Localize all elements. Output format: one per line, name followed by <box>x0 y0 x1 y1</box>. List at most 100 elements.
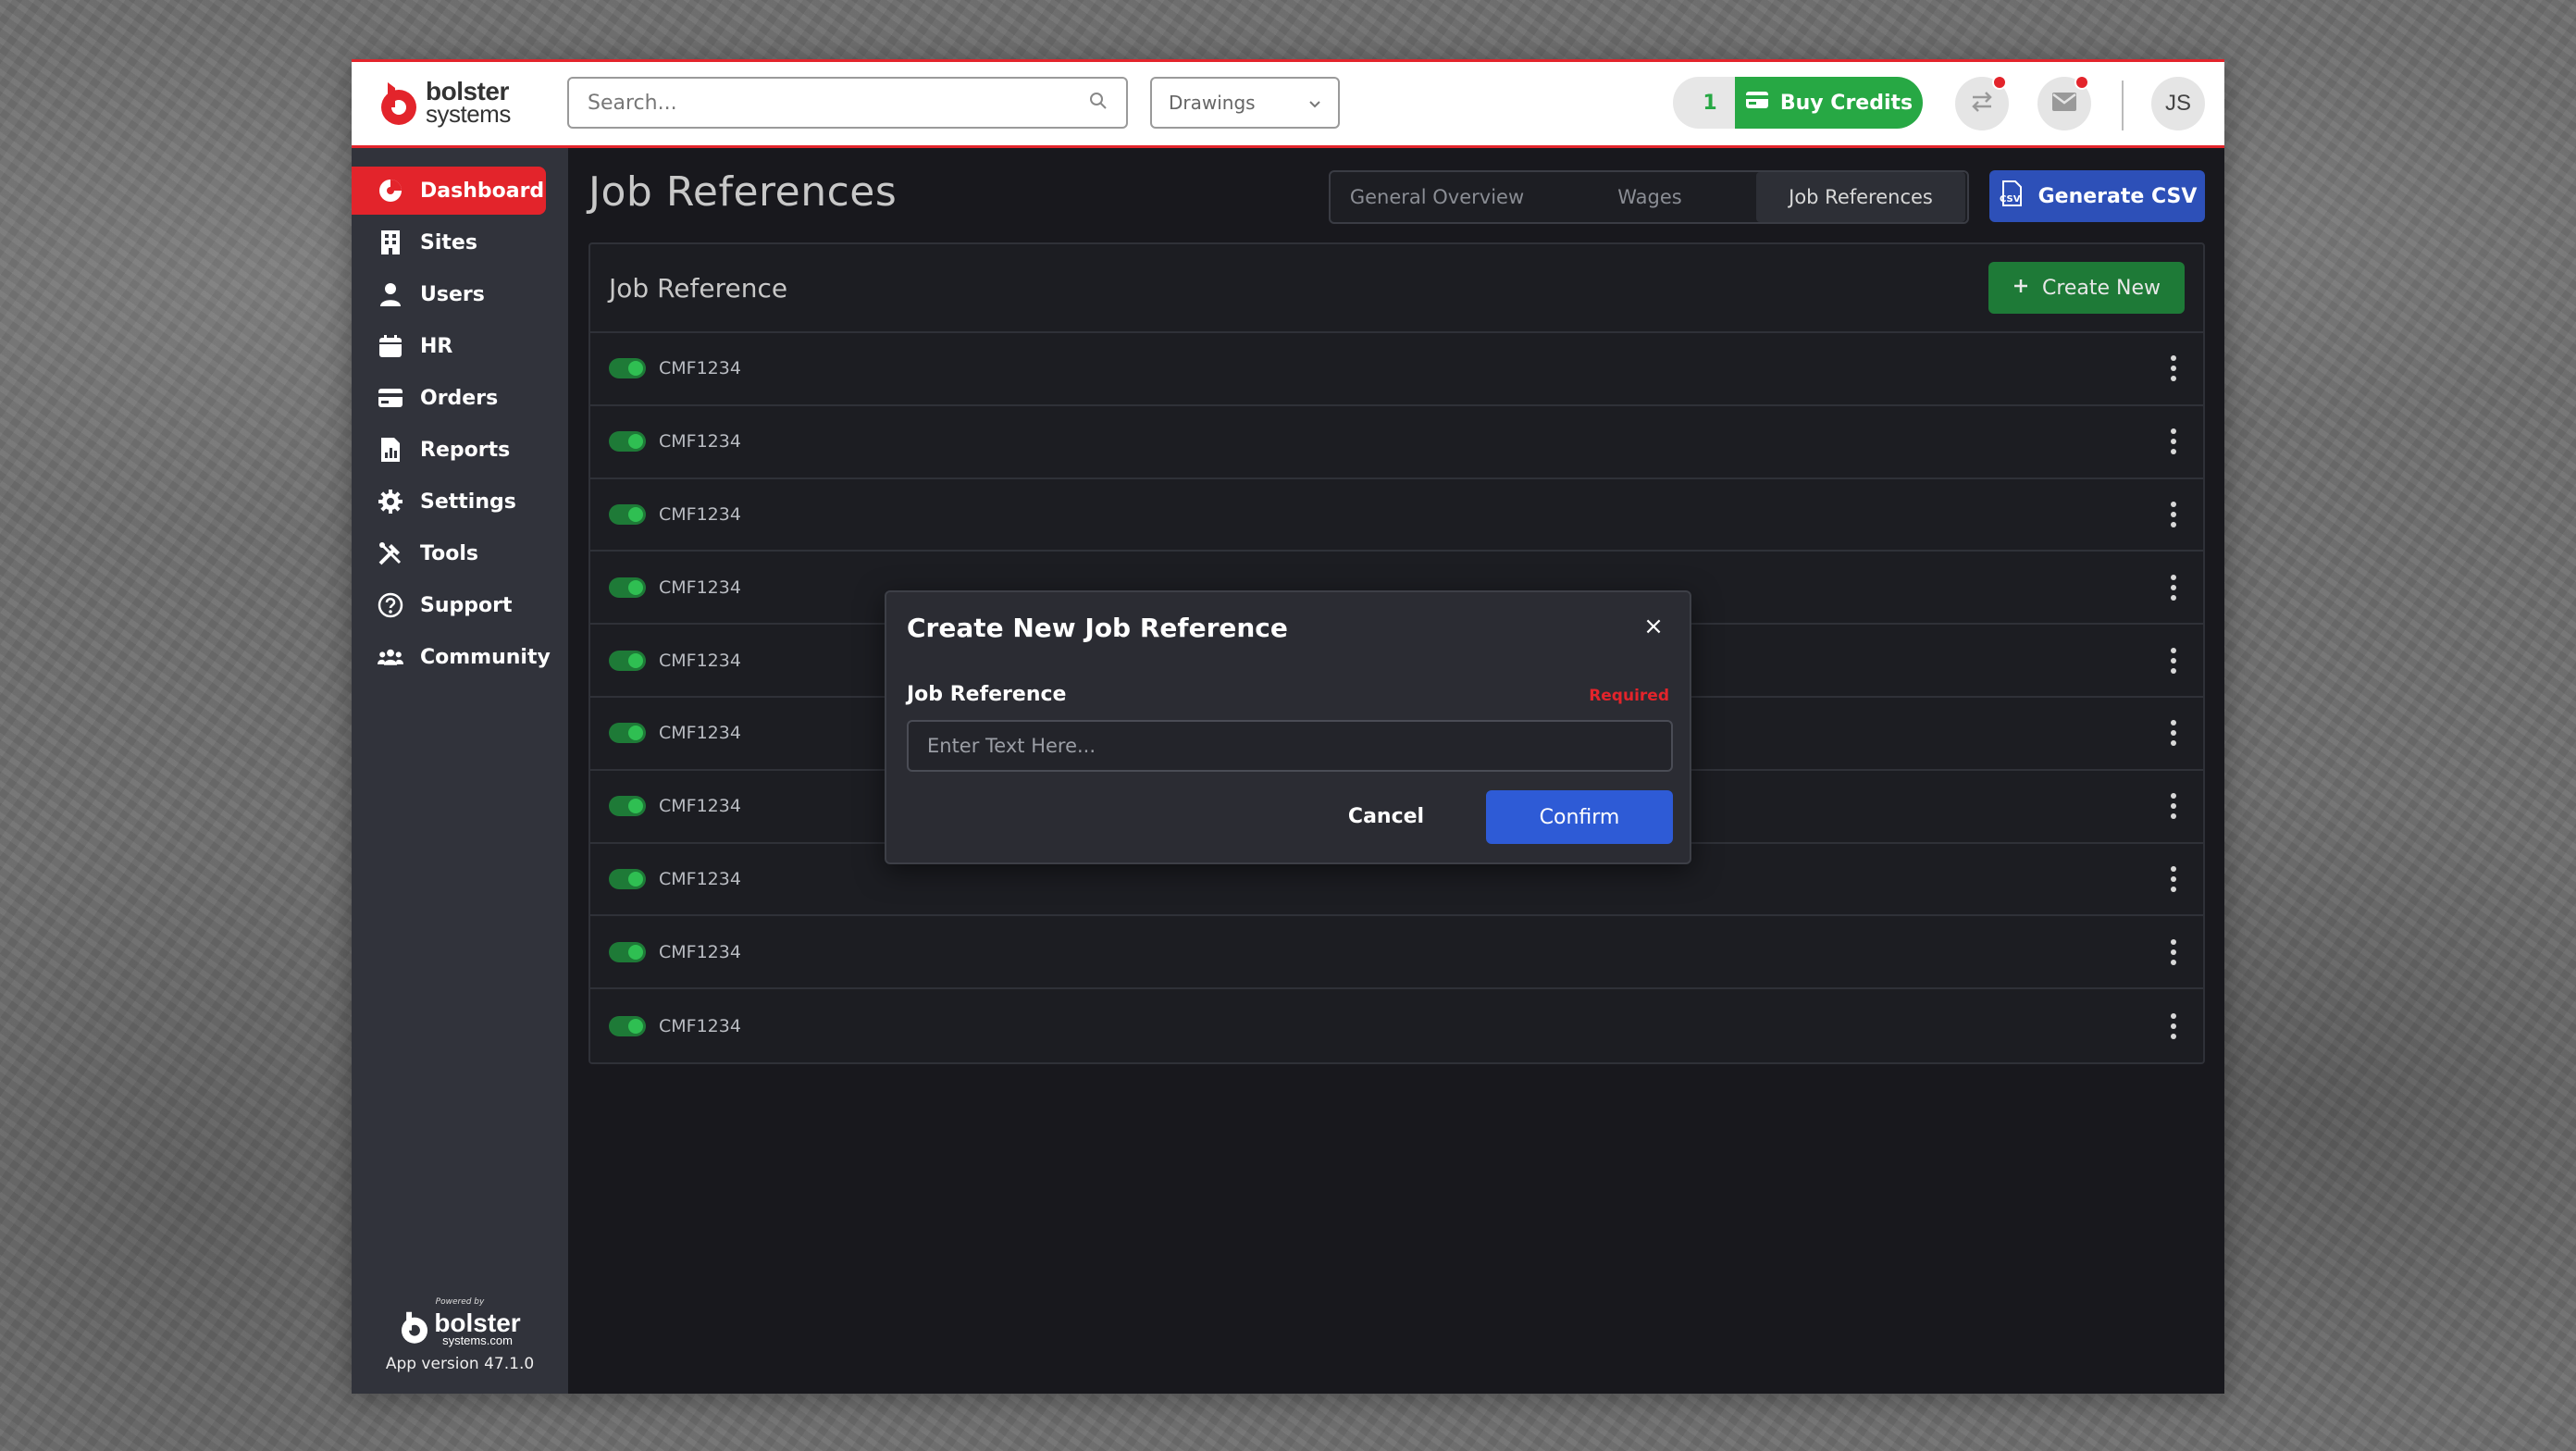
active-toggle[interactable] <box>609 868 646 889</box>
gear-icon <box>378 489 403 515</box>
sidebar-item-support[interactable]: Support <box>352 581 546 629</box>
sidebar-item-sites[interactable]: Sites <box>352 218 546 267</box>
job-reference-field-label: Job Reference <box>907 683 1067 706</box>
buy-credits-button[interactable]: Buy Credits <box>1735 77 1923 129</box>
table-row: CMF1234 <box>590 479 2203 552</box>
category-select-value: Drawings <box>1169 92 1256 114</box>
plus-icon <box>2012 277 2029 300</box>
tools-icon <box>378 540 403 566</box>
table-row: CMF1234 <box>590 916 2203 990</box>
active-toggle[interactable] <box>609 577 646 598</box>
sidebar-item-hr[interactable]: HR <box>352 322 546 370</box>
sidebar-item-dashboard[interactable]: Dashboard <box>352 167 546 215</box>
panel-title: Job Reference <box>609 272 788 304</box>
tab-general-overview[interactable]: General Overview <box>1331 172 1543 222</box>
job-reference-code: CMF1234 <box>659 723 741 744</box>
active-toggle[interactable] <box>609 650 646 671</box>
active-toggle[interactable] <box>609 358 646 379</box>
active-toggle[interactable] <box>609 796 646 817</box>
active-toggle[interactable] <box>609 941 646 962</box>
category-select[interactable]: Drawings <box>1150 77 1340 129</box>
sidebar: Dashboard Sites Users HR Orders Reports … <box>352 148 568 1394</box>
more-options-icon[interactable] <box>2162 714 2185 751</box>
search-icon[interactable] <box>1089 92 1108 114</box>
header-divider <box>2122 81 2124 130</box>
sidebar-item-label: Tools <box>420 541 478 565</box>
svg-text:CSV: CSV <box>2000 194 2021 205</box>
credit-card-icon <box>378 385 403 411</box>
required-indicator: Required <box>1589 687 1669 705</box>
brand-logo[interactable]: bolster systems <box>378 79 511 127</box>
search-box[interactable] <box>567 77 1128 129</box>
more-options-icon[interactable] <box>2162 1008 2185 1045</box>
tab-wages[interactable]: Wages <box>1543 172 1756 222</box>
sidebar-item-users[interactable]: Users <box>352 270 546 318</box>
more-options-icon[interactable] <box>2162 934 2185 971</box>
footer-logo-line2: systems.com <box>442 1333 513 1347</box>
bolster-logo-icon <box>378 79 420 127</box>
sidebar-item-label: Dashboard <box>420 179 545 203</box>
tab-job-references[interactable]: Job References <box>1756 172 1965 222</box>
sidebar-item-reports[interactable]: Reports <box>352 426 546 474</box>
job-reference-code: CMF1234 <box>659 431 741 453</box>
sidebar-item-settings[interactable]: Settings <box>352 477 546 526</box>
sidebar-item-orders[interactable]: Orders <box>352 374 546 422</box>
more-options-icon[interactable] <box>2162 423 2185 460</box>
job-reference-input[interactable] <box>907 720 1673 772</box>
chevron-down-icon <box>1308 92 1321 114</box>
sidebar-item-community[interactable]: Community <box>352 633 551 681</box>
active-toggle[interactable] <box>609 431 646 453</box>
confirm-button[interactable]: Confirm <box>1486 790 1673 844</box>
job-reference-code: CMF1234 <box>659 358 741 379</box>
user-icon <box>378 281 403 307</box>
more-options-icon[interactable] <box>2162 861 2185 898</box>
cancel-button[interactable]: Cancel <box>1321 790 1451 842</box>
buy-credits-label: Buy Credits <box>1779 91 1913 115</box>
powered-by-text: Powered by <box>435 1297 485 1307</box>
notification-dot <box>1992 75 2007 90</box>
create-job-reference-modal: Create New Job Reference × Job Reference… <box>885 590 1691 864</box>
close-icon[interactable]: × <box>1640 613 1667 640</box>
more-options-icon[interactable] <box>2162 788 2185 825</box>
job-reference-code: CMF1234 <box>659 503 741 525</box>
messages-button[interactable] <box>2037 75 2091 130</box>
create-new-button[interactable]: Create New <box>1988 262 2185 314</box>
bolster-logo-icon <box>399 1308 430 1349</box>
calendar-icon <box>378 333 403 359</box>
job-reference-code: CMF1234 <box>659 796 741 817</box>
panel-header: Job Reference Create New <box>590 244 2203 333</box>
more-options-icon[interactable] <box>2162 569 2185 606</box>
active-toggle[interactable] <box>609 723 646 744</box>
sidebar-item-label: Orders <box>420 386 499 410</box>
more-options-icon[interactable] <box>2162 496 2185 533</box>
job-reference-code: CMF1234 <box>659 941 741 962</box>
active-toggle[interactable] <box>609 503 646 525</box>
envelope-icon <box>2051 92 2077 116</box>
generate-csv-button[interactable]: CSV Generate CSV <box>1989 170 2205 222</box>
more-options-icon[interactable] <box>2162 642 2185 679</box>
active-toggle[interactable] <box>609 1015 646 1036</box>
more-options-icon[interactable] <box>2162 350 2185 387</box>
sidebar-item-label: HR <box>420 334 453 358</box>
footer-logo-line1: bolster <box>434 1308 521 1337</box>
user-avatar[interactable]: JS <box>2151 77 2205 130</box>
search-input[interactable] <box>588 91 1089 115</box>
sidebar-item-label: Community <box>420 645 551 669</box>
sidebar-item-tools[interactable]: Tools <box>352 529 546 577</box>
sidebar-item-label: Users <box>420 282 485 306</box>
generate-csv-label: Generate CSV <box>2037 184 2198 208</box>
table-row: CMF1234 <box>590 989 2203 1062</box>
credit-card-icon <box>1745 91 1769 115</box>
notification-dot <box>2074 75 2089 90</box>
sidebar-item-label: Sites <box>420 230 477 254</box>
job-reference-code: CMF1234 <box>659 1015 741 1036</box>
csv-file-icon: CSV <box>1998 180 2025 213</box>
report-icon <box>378 437 403 463</box>
switch-account-button[interactable] <box>1955 75 2009 130</box>
modal-title: Create New Job Reference <box>907 613 1288 643</box>
sidebar-item-label: Support <box>420 593 513 617</box>
swap-arrows-icon <box>1969 90 1995 118</box>
pie-chart-icon <box>378 178 403 204</box>
job-reference-code: CMF1234 <box>659 577 741 598</box>
app-version: App version 47.1.0 <box>385 1355 535 1373</box>
